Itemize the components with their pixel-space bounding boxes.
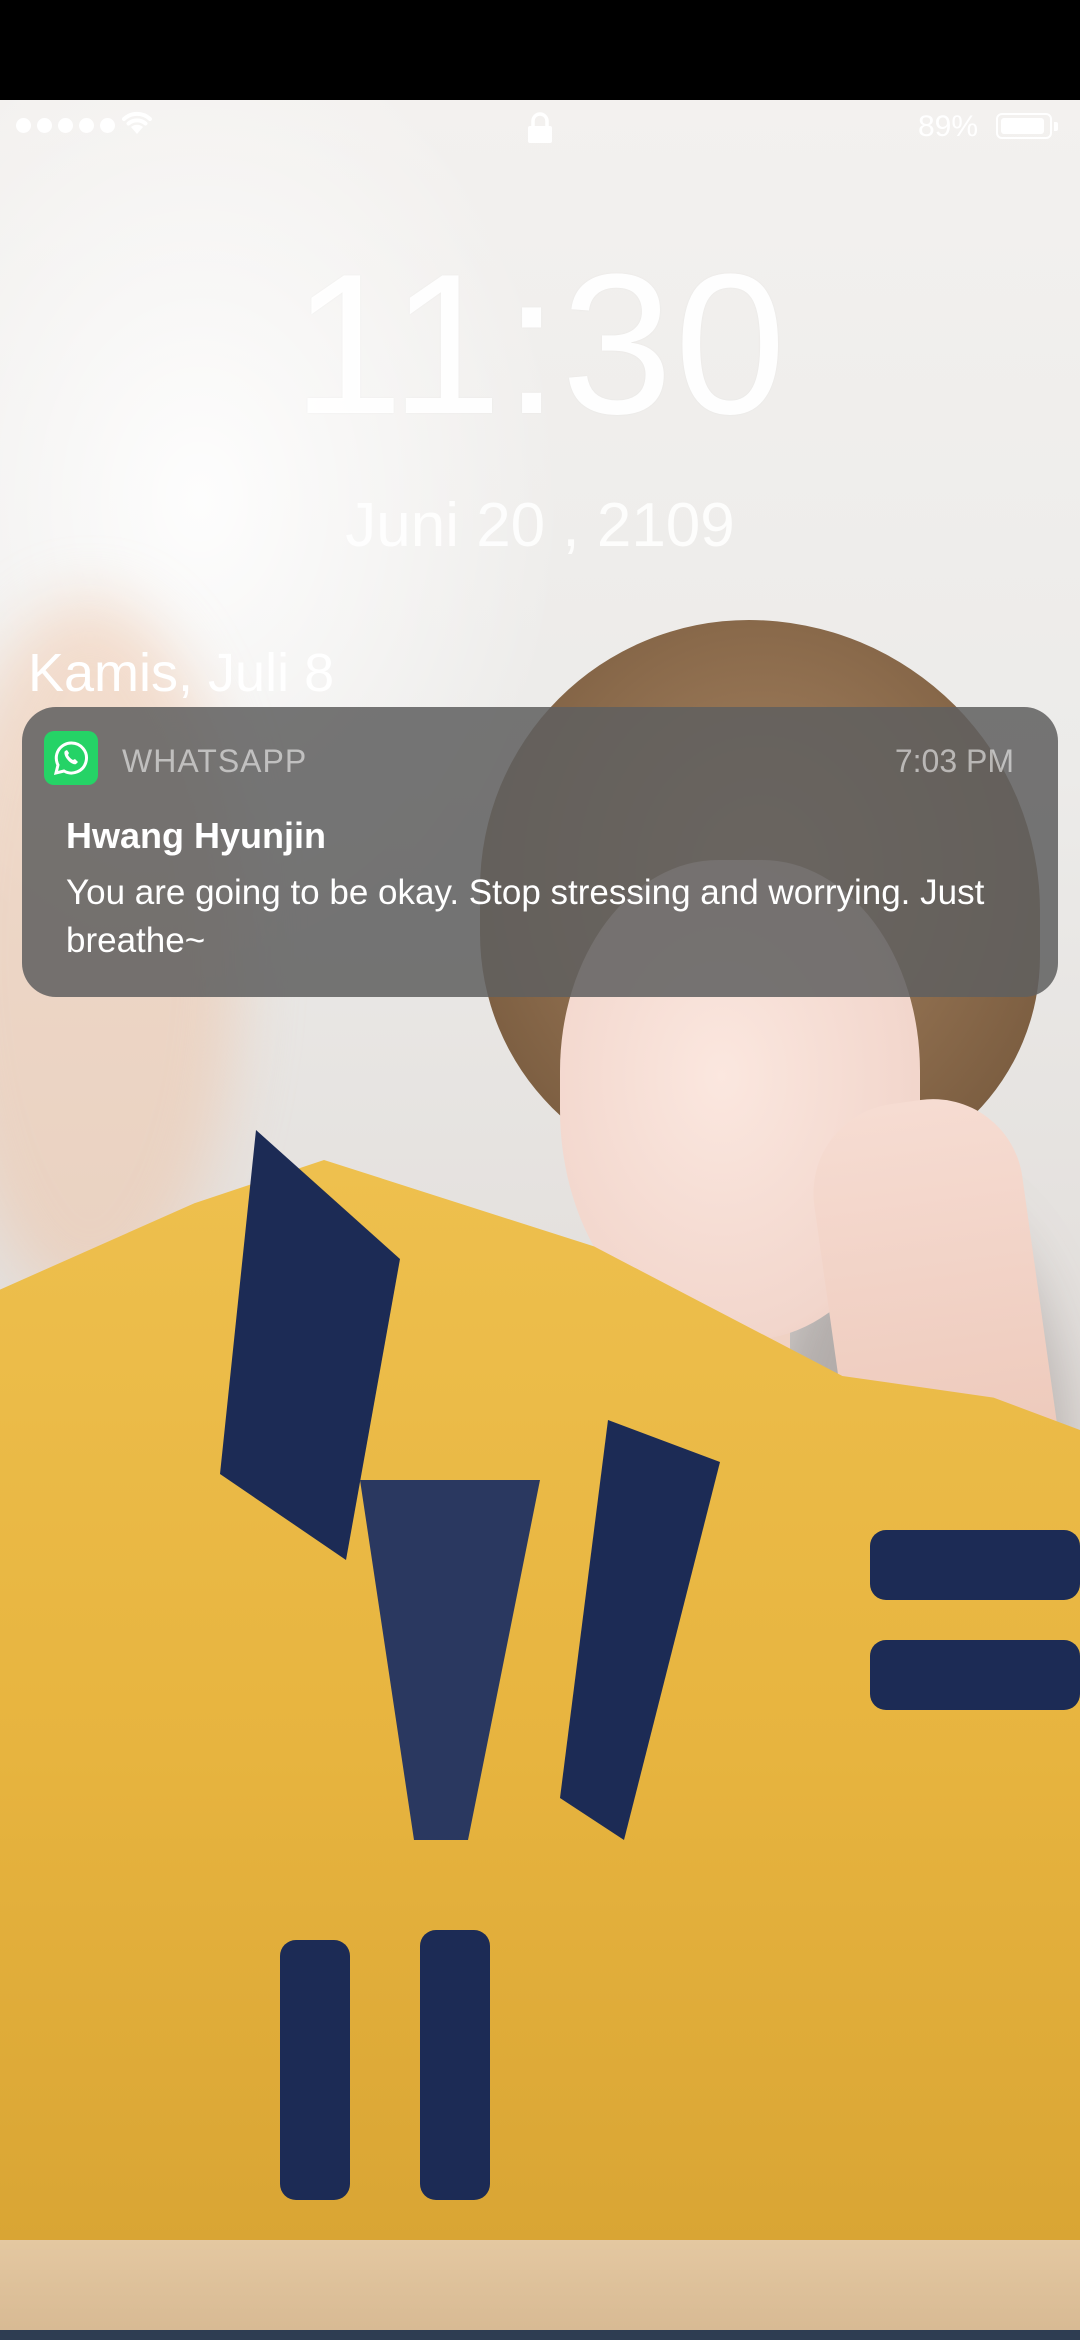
table-edge xyxy=(0,2330,1080,2340)
lock-date: Kamis, Juli 8 xyxy=(28,643,335,703)
signal-dots-icon xyxy=(16,118,115,133)
sleeve-band xyxy=(420,1930,490,2200)
battery-percentage: 89% xyxy=(918,110,979,143)
notification-app-name: WHATSAPP xyxy=(122,743,308,779)
wifi-icon xyxy=(122,111,152,134)
sleeve-band xyxy=(870,1530,1080,1600)
lock-icon xyxy=(528,112,552,143)
top-black-bar xyxy=(0,0,1080,100)
battery-icon xyxy=(996,113,1058,139)
sleeve-band xyxy=(280,1940,350,2200)
table xyxy=(0,2240,1080,2340)
notification-time: 7:03 PM xyxy=(894,743,1014,779)
whatsapp-notification[interactable]: WHATSAPP 7:03 PM Hwang Hyunjin You are g… xyxy=(22,707,1058,997)
sleeve-band xyxy=(870,1640,1080,1710)
status-bar: 89% xyxy=(0,100,1080,150)
lock-clock: 11:30 xyxy=(292,233,788,456)
notification-sender: Hwang Hyunjin xyxy=(66,815,326,856)
whatsapp-icon xyxy=(44,731,98,785)
notification-message: You are going to be okay. Stop stressing… xyxy=(66,873,985,960)
lock-subtitle: Juni 20 , 2109 xyxy=(345,491,735,560)
